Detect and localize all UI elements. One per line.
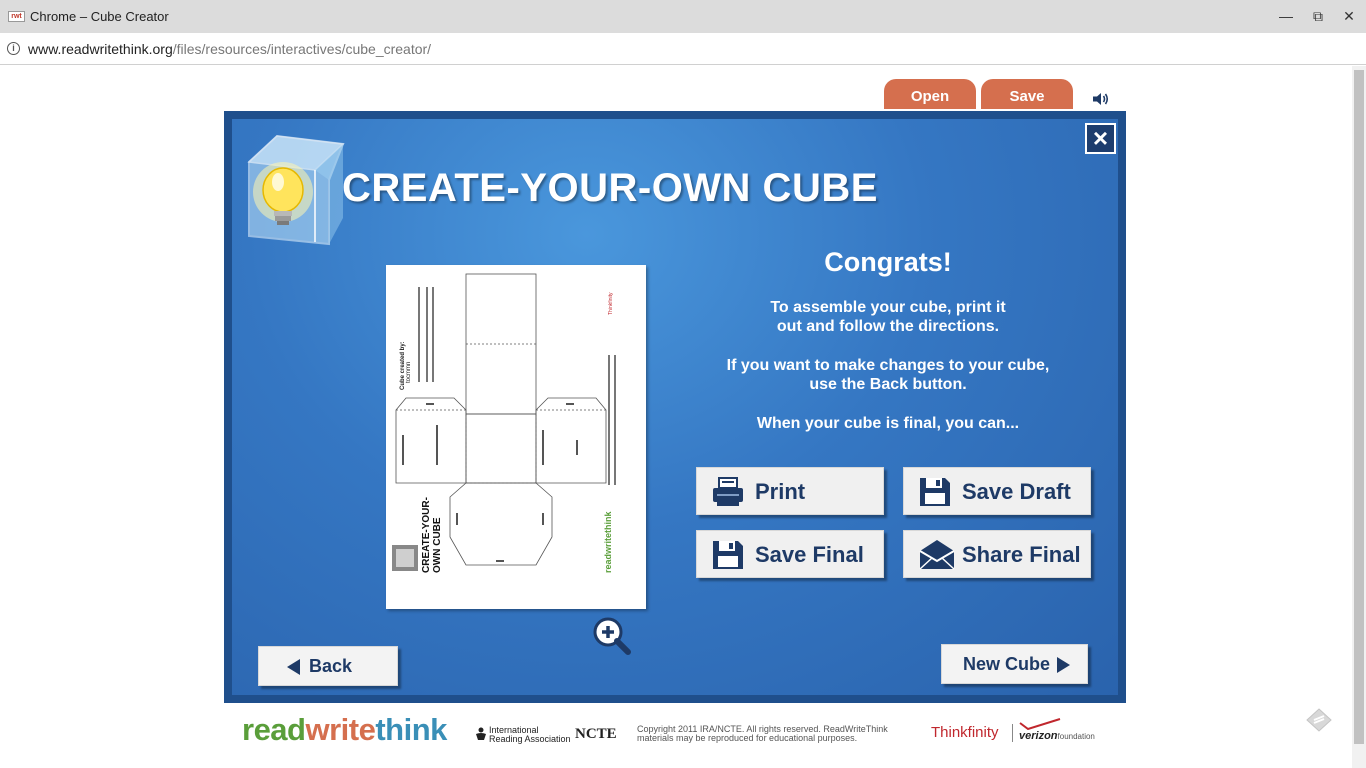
open-button[interactable]: Open [884, 79, 976, 109]
preview-brand: readwritethink [603, 510, 613, 573]
assemble-instruction-2: out and follow the directions. [776, 318, 1000, 335]
changes-instruction-2: use the Back button. [809, 376, 967, 393]
verizon-check-icon [1019, 718, 1061, 730]
speaker-icon[interactable] [1092, 92, 1110, 106]
changes-instruction-1: If you want to make changes to your cube… [726, 357, 1050, 374]
favicon-icon: rwt [8, 11, 25, 22]
vertical-scrollbar[interactable] [1352, 66, 1366, 768]
cube-preview[interactable]: Cube created by: tocmmn Thinkfinity CREA… [386, 265, 646, 609]
preview-author: tocmmn [406, 362, 412, 383]
arrow-left-icon [287, 659, 300, 675]
floppy-disk-icon [713, 541, 743, 569]
copyright-text: Copyright 2011 IRA/NCTE. All rights rese… [637, 725, 899, 743]
url-host: www.readwritethink.org [28, 41, 173, 57]
share-final-button-label: Share Final [962, 542, 1081, 567]
close-window-button[interactable]: ✕ [1337, 6, 1361, 26]
save-final-button-label: Save Final [755, 542, 864, 567]
save-button[interactable]: Save [981, 79, 1073, 109]
close-icon[interactable]: × [1085, 123, 1116, 154]
verizon-foundation-logo[interactable]: verizonfoundation [1019, 730, 1095, 742]
svg-text:Thinkfinity: Thinkfinity [608, 292, 614, 315]
verizon-name: verizon [1019, 730, 1058, 742]
window-title: Chrome – Cube Creator [30, 9, 169, 24]
page-title: CREATE-YOUR-OWN CUBE [342, 166, 878, 210]
readwritethink-logo[interactable]: readwritethink [242, 712, 447, 748]
new-cube-button[interactable]: New Cube [941, 644, 1088, 684]
address-bar[interactable]: i www.readwritethink.org/files/resources… [0, 33, 1366, 65]
assemble-instruction-1: To assemble your cube, print it [770, 299, 1006, 316]
save-draft-button[interactable]: Save Draft [903, 467, 1091, 515]
url-path: /files/resources/interactives/cube_creat… [172, 41, 432, 57]
ncte-logo[interactable]: NCTE [575, 726, 617, 743]
ira-logo-icon [476, 727, 486, 740]
preview-brand-title-1: CREATE-YOUR- [421, 497, 432, 573]
info-icon[interactable]: i [7, 42, 20, 55]
save-final-button[interactable]: Save Final [696, 530, 884, 578]
ira-line-2: Reading Association [489, 734, 571, 744]
final-instruction: When your cube is final, you can... [756, 415, 1020, 432]
logo-write: write [305, 712, 376, 747]
lightbulb-cube-icon [247, 134, 345, 246]
back-button-label: Back [309, 656, 353, 676]
cube-net-diagram: Cube created by: tocmmn Thinkfinity CREA… [392, 273, 616, 573]
scrollbar-thumb[interactable] [1354, 70, 1364, 744]
extension-icon[interactable] [1306, 708, 1332, 732]
share-final-button[interactable]: Share Final [903, 530, 1091, 578]
browser-titlebar: rwt Chrome – Cube Creator — ⧉ ✕ [0, 0, 1366, 33]
printer-icon [713, 477, 743, 506]
thinkfinity-logo[interactable]: Thinkfinity [931, 724, 999, 741]
new-cube-button-label: New Cube [963, 654, 1051, 674]
congrats-heading: Congrats! [824, 247, 952, 277]
logo-think: think [375, 712, 447, 747]
envelope-icon [919, 540, 955, 570]
zoom-in-icon[interactable] [591, 615, 633, 657]
footer-divider [1012, 724, 1013, 742]
logo-read: read [242, 712, 306, 747]
preview-brand-title-2: OWN CUBE [432, 517, 443, 573]
url-text[interactable]: www.readwritethink.org/files/resources/i… [28, 41, 431, 57]
minimize-button[interactable]: — [1274, 6, 1298, 26]
arrow-right-icon [1057, 657, 1070, 673]
save-draft-button-label: Save Draft [962, 479, 1071, 504]
verizon-foundation: foundation [1057, 732, 1095, 741]
back-button[interactable]: Back [258, 646, 398, 686]
copyright-line-2: materials may be reproduced for educatio… [637, 733, 858, 743]
print-button-label: Print [755, 479, 806, 504]
print-button[interactable]: Print [696, 467, 884, 515]
restore-button[interactable]: ⧉ [1306, 6, 1330, 26]
floppy-disk-icon [920, 478, 950, 506]
ira-logo[interactable]: International Reading Association [489, 726, 571, 744]
